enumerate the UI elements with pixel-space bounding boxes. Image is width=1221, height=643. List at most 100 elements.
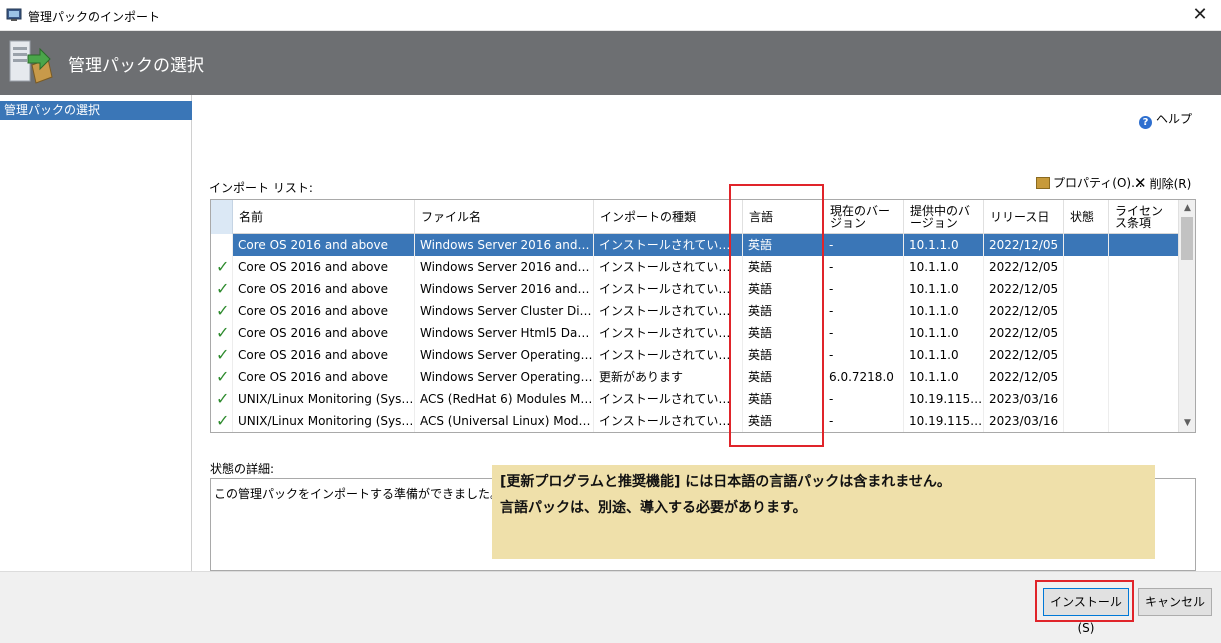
- table-row[interactable]: ✓ Core OS 2016 and above Windows Server 20…: [211, 278, 1179, 300]
- cell-import-type: 更新があります: [594, 366, 743, 388]
- cell-name: Core OS 2016 and above: [233, 256, 415, 278]
- cell-file: Windows Server 2016 and above ...: [415, 278, 594, 300]
- cell-license: [1109, 344, 1179, 366]
- import-list-grid[interactable]: 名前 ファイル名 インポートの種類 言語 現在のバージョン 提供中のバージョン …: [210, 199, 1196, 433]
- cell-state: [1064, 366, 1109, 388]
- col-header-current-version[interactable]: 現在のバージョン: [824, 200, 904, 234]
- cell-current-version: 6.0.7218.0: [824, 366, 904, 388]
- cell-file: Windows Server 2016 and above ...: [415, 256, 594, 278]
- cell-import-type: インストールされていません: [594, 234, 743, 256]
- table-row[interactable]: ✓UNIX/Linux Monitoring (System C...ACS (…: [211, 388, 1179, 410]
- app-icon: [6, 8, 22, 21]
- close-icon[interactable]: ✕: [1189, 4, 1211, 26]
- nav-item-select-pack[interactable]: 管理パックの選択: [0, 101, 192, 120]
- cell-license: [1109, 256, 1179, 278]
- cell-name: Core OS 2016 and above: [233, 322, 415, 344]
- cell-file: Windows Server Operating Syste...: [415, 366, 594, 388]
- install-button-highlight: [1035, 580, 1134, 622]
- row-check-icon: ✓: [211, 322, 233, 344]
- cell-import-type: インストールされていません: [594, 278, 743, 300]
- cell-offered-version: 10.19.1158.0: [904, 388, 984, 410]
- table-row[interactable]: ✓ Core OS 2016 and above Windows Server 20…: [211, 256, 1179, 278]
- cell-state: [1064, 344, 1109, 366]
- cell-release-date: 2022/12/05: [984, 256, 1064, 278]
- table-row[interactable]: ✓ Core OS 2016 and above Windows Server Op…: [211, 344, 1179, 366]
- title-bar: 管理パックのインポート ✕: [0, 0, 1221, 31]
- cell-state: [1064, 388, 1109, 410]
- cell-release-date: 2023/03/16: [984, 388, 1064, 410]
- cell-release-date: 2022/12/05: [984, 300, 1064, 322]
- question-icon: ?: [1139, 116, 1152, 129]
- table-row[interactable]: ✓ Core OS 2016 and above Windows Server Cl…: [211, 300, 1179, 322]
- row-check-icon: ✓: [211, 410, 233, 432]
- help-link[interactable]: ? ヘルプ: [1139, 110, 1192, 129]
- row-check-icon: ✓: [211, 300, 233, 322]
- cell-import-type: インストールされていません: [594, 256, 743, 278]
- import-list-label: インポート リスト:: [209, 181, 313, 195]
- cell-state: [1064, 300, 1109, 322]
- cell-current-version: -: [824, 410, 904, 432]
- page-title: 管理パックの選択: [68, 56, 204, 76]
- table-row[interactable]: ✓ Core OS 2016 and above Windows Server 20…: [211, 234, 1179, 256]
- cell-name: Core OS 2016 and above: [233, 366, 415, 388]
- cell-file: Windows Server Cluster Disks Mo...: [415, 300, 594, 322]
- cell-license: [1109, 388, 1179, 410]
- cell-license: [1109, 366, 1179, 388]
- cell-import-type: インストールされていません: [594, 410, 743, 432]
- col-header-state[interactable]: 状態: [1064, 200, 1109, 234]
- table-row[interactable]: ✓ Core OS 2016 and above Windows Server Ht…: [211, 322, 1179, 344]
- scroll-thumb[interactable]: [1181, 217, 1193, 260]
- row-check-icon: ✓: [211, 344, 233, 366]
- grid-vertical-scrollbar[interactable]: ▲ ▼: [1178, 200, 1195, 432]
- cell-offered-version: 10.1.1.0: [904, 322, 984, 344]
- cell-state: [1064, 234, 1109, 256]
- note-line-2: 言語パックは、別途、導入する必要があります。: [500, 500, 807, 516]
- col-header-name[interactable]: 名前: [233, 200, 415, 234]
- col-header-license[interactable]: ライセンス条項: [1109, 200, 1179, 234]
- cell-license: [1109, 278, 1179, 300]
- cell-current-version: -: [824, 256, 904, 278]
- header-check-col: [211, 200, 233, 234]
- col-header-release-date[interactable]: リリース日: [984, 200, 1064, 234]
- cell-import-type: インストールされていません: [594, 322, 743, 344]
- cell-name: Core OS 2016 and above: [233, 278, 415, 300]
- cell-name: UNIX/Linux Monitoring (System C...: [233, 410, 415, 432]
- cancel-button[interactable]: キャンセル: [1138, 588, 1212, 616]
- cell-release-date: 2022/12/05: [984, 278, 1064, 300]
- cell-license: [1109, 410, 1179, 432]
- col-header-import-type[interactable]: インポートの種類: [594, 200, 743, 234]
- cell-name: Core OS 2016 and above: [233, 300, 415, 322]
- cell-release-date: 2022/12/05: [984, 366, 1064, 388]
- cell-current-version: -: [824, 278, 904, 300]
- cell-name: Core OS 2016 and above: [233, 234, 415, 256]
- cell-file: ACS (Universal Linux) Modules Ma...: [415, 410, 594, 432]
- col-header-offered-version[interactable]: 提供中のバージョン: [904, 200, 984, 234]
- cell-current-version: -: [824, 322, 904, 344]
- delete-button[interactable]: ✕ 削除(R): [1134, 174, 1191, 192]
- delete-icon: ✕: [1134, 174, 1147, 192]
- cell-file: ACS (RedHat 6) Modules Manage...: [415, 388, 594, 410]
- scroll-up-arrow-icon[interactable]: ▲: [1179, 200, 1195, 217]
- wizard-steps-nav: 管理パックの選択: [0, 95, 192, 571]
- cell-release-date: 2022/12/05: [984, 234, 1064, 256]
- cell-license: [1109, 322, 1179, 344]
- row-check-icon: ✓: [211, 234, 233, 256]
- table-row[interactable]: ✓UNIX/Linux Monitoring (System C...ACS (…: [211, 410, 1179, 432]
- properties-button[interactable]: プロパティ(O)...: [1036, 174, 1143, 191]
- cell-file: Windows Server 2016 and above ...: [415, 234, 594, 256]
- cell-license: [1109, 300, 1179, 322]
- row-check-icon: ✓: [211, 388, 233, 410]
- cell-offered-version: 10.1.1.0: [904, 256, 984, 278]
- scroll-down-arrow-icon[interactable]: ▼: [1179, 415, 1195, 432]
- cell-release-date: 2022/12/05: [984, 344, 1064, 366]
- help-label: ヘルプ: [1156, 112, 1193, 126]
- table-row[interactable]: ✓ Core OS 2016 and above Windows Server Op…: [211, 366, 1179, 388]
- cell-import-type: インストールされていません: [594, 388, 743, 410]
- cell-import-type: インストールされていません: [594, 300, 743, 322]
- col-header-file[interactable]: ファイル名: [415, 200, 594, 234]
- grid-header-row: 名前 ファイル名 インポートの種類 言語 現在のバージョン 提供中のバージョン …: [211, 200, 1179, 234]
- cell-offered-version: 10.1.1.0: [904, 300, 984, 322]
- row-check-icon: ✓: [211, 278, 233, 300]
- row-check-icon: ✓: [211, 366, 233, 388]
- cell-license: [1109, 234, 1179, 256]
